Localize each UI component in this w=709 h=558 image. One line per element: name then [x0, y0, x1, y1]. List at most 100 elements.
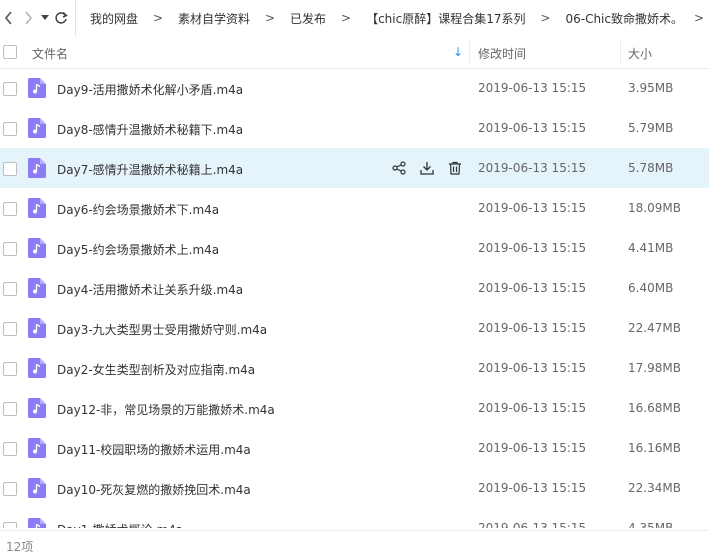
download-icon [420, 162, 434, 175]
file-size: 17.98MB [628, 361, 681, 375]
file-modified-time: 2019-06-13 15:15 [478, 401, 587, 415]
file-modified-time: 2019-06-13 15:15 [478, 481, 587, 495]
breadcrumb-item[interactable]: 素材自学资料 [172, 10, 256, 27]
row-checkbox[interactable] [3, 162, 17, 176]
file-modified-time: 2019-06-13 15:15 [478, 241, 587, 255]
breadcrumb-separator: > [341, 11, 352, 25]
forward-button[interactable] [18, 0, 38, 36]
file-row[interactable]: Day10-死灰复燃的撒娇挽回术.m4a 2019-06-13 15:15 22… [0, 468, 709, 508]
file-row[interactable]: Day3-九大类型男士受用撒娇守则.m4a 2019-06-13 15:15 2… [0, 308, 709, 348]
breadcrumb: 我的网盘 > 素材自学资料 > 已发布 > 【chic原醉】课程合集17系列 >… [75, 0, 709, 36]
row-checkbox[interactable] [3, 122, 17, 136]
history-dropdown-button[interactable] [38, 0, 52, 36]
sort-down-arrow-icon[interactable]: ↓ [453, 45, 463, 59]
file-name[interactable]: Day3-九大类型男士受用撒娇守则.m4a [57, 321, 267, 338]
file-row[interactable]: Day2-女生类型剖析及对应指南.m4a 2019-06-13 15:15 17… [0, 348, 709, 388]
file-name[interactable]: Day4-活用撒娇术让关系升级.m4a [57, 281, 243, 298]
file-size: 16.68MB [628, 401, 681, 415]
column-header-size[interactable]: 大小 [628, 45, 652, 62]
audio-file-icon [28, 518, 46, 528]
breadcrumb-item[interactable]: 我的网盘 [84, 10, 144, 27]
file-row[interactable]: Day1-撒娇术概论.m4a 2019-06-13 15:15 4.35MB [0, 508, 709, 528]
file-name[interactable]: Day2-女生类型剖析及对应指南.m4a [57, 361, 255, 378]
breadcrumb-item-current[interactable]: 06-Chic致命撒娇术。 [559, 10, 689, 27]
file-size: 16.16MB [628, 441, 681, 455]
row-checkbox[interactable] [3, 442, 17, 456]
file-size: 18.09MB [628, 201, 681, 215]
audio-file-icon [28, 438, 46, 458]
file-modified-time: 2019-06-13 15:15 [478, 321, 587, 335]
row-checkbox[interactable] [3, 322, 17, 336]
file-row[interactable]: Day5-约会场景撒娇术上.m4a 2019-06-13 15:15 4.41M… [0, 228, 709, 268]
back-button[interactable] [0, 0, 18, 36]
file-modified-time: 2019-06-13 15:15 [478, 121, 587, 135]
file-list: Day9-活用撒娇术化解小矛盾.m4a 2019-06-13 15:15 3.9… [0, 68, 709, 528]
column-divider[interactable] [469, 40, 470, 64]
file-list-header: 文件名 ↓ 修改时间 大小 [0, 36, 709, 69]
share-button[interactable] [390, 160, 408, 176]
file-modified-time: 2019-06-13 15:15 [478, 161, 587, 175]
audio-file-icon [28, 78, 46, 98]
breadcrumb-separator: > [153, 11, 164, 25]
file-row[interactable]: Day9-活用撒娇术化解小矛盾.m4a 2019-06-13 15:15 3.9… [0, 68, 709, 108]
chevron-left-icon [5, 11, 12, 25]
file-row[interactable]: Day6-约会场景撒娇术下.m4a 2019-06-13 15:15 18.09… [0, 188, 709, 228]
file-name[interactable]: Day6-约会场景撒娇术下.m4a [57, 201, 219, 218]
delete-button[interactable] [446, 160, 464, 176]
file-modified-time: 2019-06-13 15:15 [478, 201, 587, 215]
file-name[interactable]: Day7-感情升温撒娇术秘籍上.m4a [57, 161, 243, 178]
chevron-right-icon [25, 11, 33, 25]
file-size: 4.35MB [628, 521, 674, 528]
file-row[interactable]: Day11-校园职场的撒娇术运用.m4a 2019-06-13 15:15 16… [0, 428, 709, 468]
file-name[interactable]: Day8-感情升温撒娇术秘籍下.m4a [57, 121, 243, 138]
file-row[interactable]: Day4-活用撒娇术让关系升级.m4a 2019-06-13 15:15 6.4… [0, 268, 709, 308]
file-row[interactable]: Day12-非，常见场景的万能撒娇术.m4a 2019-06-13 15:15 … [0, 388, 709, 428]
audio-file-icon [28, 198, 46, 218]
file-name[interactable]: Day1-撒娇术概论.m4a [57, 521, 183, 528]
audio-file-icon [28, 318, 46, 338]
file-name[interactable]: Day11-校园职场的撒娇术运用.m4a [57, 441, 251, 458]
audio-file-icon [28, 358, 46, 378]
select-all-checkbox[interactable] [3, 45, 17, 59]
file-size: 22.47MB [628, 321, 681, 335]
audio-file-icon [28, 478, 46, 498]
row-checkbox[interactable] [3, 402, 17, 416]
toolbar: 我的网盘 > 素材自学资料 > 已发布 > 【chic原醉】课程合集17系列 >… [0, 0, 709, 36]
row-checkbox[interactable] [3, 482, 17, 496]
file-size: 4.41MB [628, 241, 674, 255]
file-modified-time: 2019-06-13 15:15 [478, 521, 587, 528]
breadcrumb-separator: > [265, 11, 276, 25]
row-checkbox[interactable] [3, 362, 17, 376]
item-count: 12项 [6, 540, 34, 554]
file-name[interactable]: Day5-约会场景撒娇术上.m4a [57, 241, 219, 258]
breadcrumb-overflow-arrow[interactable]: > [689, 11, 709, 25]
file-size: 6.40MB [628, 281, 674, 295]
row-actions [390, 160, 474, 176]
audio-file-icon [28, 398, 46, 418]
file-size: 5.79MB [628, 121, 674, 135]
file-row[interactable]: Day7-感情升温撒娇术秘籍上.m4a 2019-06-13 15:15 5.7… [0, 148, 709, 188]
file-size: 22.34MB [628, 481, 681, 495]
file-size: 3.95MB [628, 81, 674, 95]
refresh-icon [54, 11, 68, 24]
download-button[interactable] [418, 160, 436, 176]
breadcrumb-item[interactable]: 已发布 [284, 10, 332, 27]
row-checkbox[interactable] [3, 242, 17, 256]
status-bar: 12项 [0, 530, 709, 558]
file-size: 5.78MB [628, 161, 674, 175]
trash-icon [449, 161, 461, 175]
column-header-name[interactable]: 文件名 [32, 45, 68, 62]
file-name[interactable]: Day12-非，常见场景的万能撒娇术.m4a [57, 401, 275, 418]
row-checkbox[interactable] [3, 82, 17, 96]
column-divider[interactable] [620, 40, 621, 64]
file-name[interactable]: Day9-活用撒娇术化解小矛盾.m4a [57, 81, 243, 98]
row-checkbox[interactable] [3, 282, 17, 296]
audio-file-icon [28, 118, 46, 138]
file-name[interactable]: Day10-死灰复燃的撒娇挽回术.m4a [57, 481, 251, 498]
column-header-modified[interactable]: 修改时间 [478, 45, 526, 62]
file-row[interactable]: Day8-感情升温撒娇术秘籍下.m4a 2019-06-13 15:15 5.7… [0, 108, 709, 148]
row-checkbox[interactable] [3, 522, 17, 528]
refresh-button[interactable] [52, 0, 69, 36]
row-checkbox[interactable] [3, 202, 17, 216]
breadcrumb-item[interactable]: 【chic原醉】课程合集17系列 [360, 10, 531, 27]
